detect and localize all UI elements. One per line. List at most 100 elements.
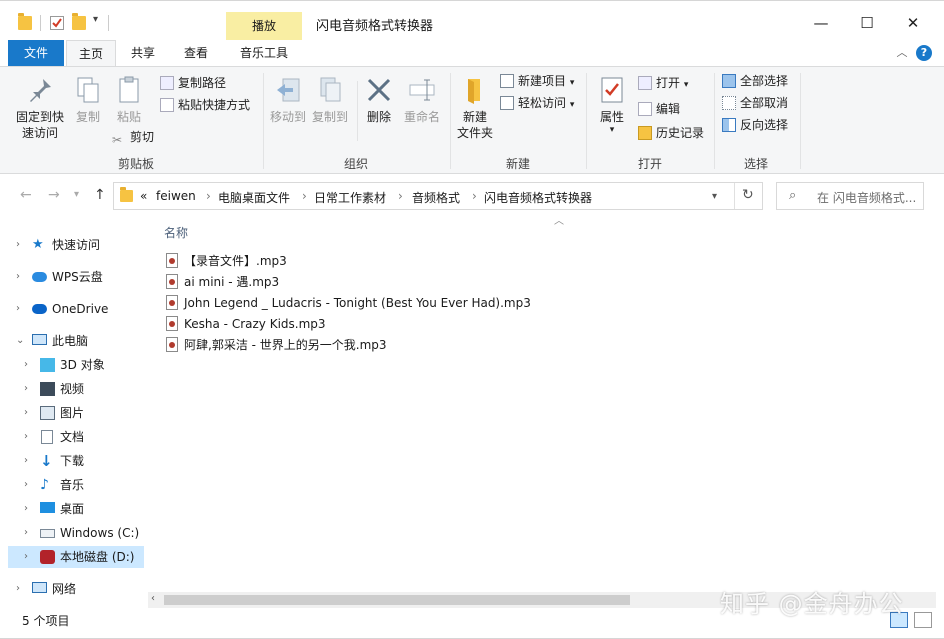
nav-item-network[interactable]: › 网络 <box>0 578 146 600</box>
chevron-right-icon[interactable]: › <box>24 378 28 400</box>
scrollbar-thumb[interactable] <box>164 595 630 605</box>
new-folder-icon[interactable] <box>72 13 86 30</box>
pin-label: 固定到快 速访问 <box>15 110 64 140</box>
nav-item-documents[interactable]: › 文档 <box>0 426 146 448</box>
nav-item-this-pc[interactable]: ⌄ 此电脑 <box>0 330 146 352</box>
help-icon[interactable]: ? <box>916 45 932 61</box>
chevron-down-icon[interactable]: ▾ <box>74 189 79 200</box>
nav-item-desktop[interactable]: › 桌面 <box>0 498 146 520</box>
rename-button[interactable]: 重命名 <box>402 75 442 125</box>
nav-item-downloads[interactable]: › ↓ 下载 <box>0 450 146 472</box>
tab-music-tools[interactable]: 音乐工具 <box>226 40 302 66</box>
chevron-right-icon[interactable]: › <box>24 450 28 472</box>
breadcrumb-item[interactable]: 电脑桌面文件 <box>218 189 290 206</box>
cloud-icon <box>32 272 47 282</box>
group-label-clipboard: 剪贴板 <box>117 157 154 171</box>
file-name: 阿肆,郭采洁 - 世界上的另一个我.mp3 <box>184 338 387 352</box>
invert-selection-button[interactable]: 反向选择 <box>722 115 788 135</box>
desktop-icon <box>40 502 55 513</box>
paste-button[interactable]: 粘贴 <box>112 75 146 125</box>
maximize-button[interactable]: ☐ <box>844 8 890 38</box>
chevron-right-icon[interactable]: › <box>24 426 28 448</box>
chevron-right-icon[interactable]: › <box>24 546 28 568</box>
move-to-button[interactable]: 移动到 <box>268 75 308 125</box>
new-folder-button[interactable]: 新建 文件夹 <box>454 75 496 141</box>
nav-item-pictures[interactable]: › 图片 <box>0 402 146 424</box>
search-box[interactable]: ⌕ 在 闪电音频格式... <box>776 182 924 210</box>
file-row[interactable]: 【录音文件】.mp3 <box>166 251 287 271</box>
back-arrow-icon[interactable]: ← <box>20 187 32 203</box>
cut-button[interactable]: ✂ 剪切 <box>112 127 154 147</box>
nav-label: 文档 <box>60 430 85 444</box>
group-divider <box>450 73 451 169</box>
file-row[interactable]: ai mini - 遇.mp3 <box>166 272 279 292</box>
nav-item-quick-access[interactable]: › ★ 快速访问 <box>0 234 146 256</box>
breadcrumb-overflow[interactable]: « <box>140 189 147 203</box>
tab-share[interactable]: 共享 <box>120 40 166 66</box>
item-count: 5 个项目 <box>22 614 70 628</box>
breadcrumb-item[interactable]: 闪电音频格式转换器 <box>484 189 592 206</box>
chevron-right-icon[interactable]: › <box>16 234 20 256</box>
forward-arrow-icon[interactable]: → <box>48 187 60 203</box>
refresh-icon[interactable]: ↻ <box>742 187 754 203</box>
chevron-right-icon[interactable]: › <box>16 266 20 288</box>
breadcrumb-item[interactable]: 音频格式 <box>412 189 460 206</box>
select-none-button[interactable]: 全部取消 <box>722 93 788 113</box>
breadcrumb-item[interactable]: 日常工作素材 <box>314 189 386 206</box>
delete-button[interactable]: 删除 <box>362 75 396 125</box>
large-icons-view-icon[interactable] <box>914 612 932 628</box>
scroll-left-icon[interactable]: ‹ <box>151 593 155 604</box>
context-tab-header[interactable]: 播放 <box>226 12 302 40</box>
computer-icon <box>32 334 47 345</box>
properties-check-icon[interactable] <box>50 16 64 30</box>
file-row[interactable]: Kesha - Crazy Kids.mp3 <box>166 314 326 334</box>
nav-label: WPS云盘 <box>52 270 103 284</box>
edit-button[interactable]: 编辑 <box>638 99 680 119</box>
collapse-ribbon-icon[interactable]: ︿ <box>894 40 910 66</box>
search-input[interactable]: 在 闪电音频格式... <box>817 189 916 206</box>
tab-view[interactable]: 查看 <box>172 40 220 66</box>
chevron-right-icon[interactable]: › <box>24 402 28 424</box>
copy-to-button[interactable]: 复制到 <box>310 75 350 125</box>
up-arrow-icon[interactable]: ↑ <box>94 187 106 203</box>
select-all-label: 全部选择 <box>740 74 789 88</box>
chevron-down-icon[interactable]: ▾ <box>93 14 107 28</box>
chevron-right-icon[interactable]: › <box>24 498 28 520</box>
nav-item-drive-c[interactable]: › Windows (C:) <box>0 522 146 544</box>
close-button[interactable]: ✕ <box>890 8 936 38</box>
new-item-button[interactable]: 新建项目 ▾ <box>500 71 574 91</box>
chevron-right-icon[interactable]: › <box>24 354 28 376</box>
easy-access-icon <box>500 96 514 110</box>
minimize-button[interactable]: — <box>798 8 844 38</box>
chevron-right-icon[interactable]: › <box>16 298 20 320</box>
pin-quick-access-button[interactable]: 固定到快 速访问 <box>12 75 68 141</box>
tab-home[interactable]: 主页 <box>66 40 116 67</box>
chevron-down-icon[interactable]: ▾ <box>712 191 717 202</box>
file-row[interactable]: 阿肆,郭采洁 - 世界上的另一个我.mp3 <box>166 335 387 355</box>
chevron-down-icon[interactable]: ⌄ <box>16 330 24 352</box>
properties-button[interactable]: 属性 ▾ <box>594 75 630 135</box>
nav-item-wps[interactable]: › WPS云盘 <box>0 266 146 288</box>
nav-item-music[interactable]: › ♪ 音乐 <box>0 474 146 496</box>
picture-icon <box>40 406 55 420</box>
paste-shortcut-button[interactable]: 粘贴快捷方式 <box>160 95 250 115</box>
history-button[interactable]: 历史记录 <box>638 123 704 143</box>
address-bar[interactable]: « feiwen › 电脑桌面文件 › 日常工作素材 › 音频格式 › 闪电音频… <box>113 182 763 210</box>
copy-button[interactable]: 复制 <box>72 75 104 125</box>
copy-path-button[interactable]: 复制路径 <box>160 73 226 93</box>
nav-item-videos[interactable]: › 视频 <box>0 378 146 400</box>
file-row[interactable]: John Legend _ Ludacris - Tonight (Best Y… <box>166 293 531 313</box>
tab-file[interactable]: 文件 <box>8 40 64 66</box>
nav-item-onedrive[interactable]: › OneDrive <box>0 298 146 320</box>
watermark: 知乎 @金舟办公 <box>720 590 904 618</box>
column-header-name[interactable]: 名称 <box>164 224 188 241</box>
select-all-button[interactable]: 全部选择 <box>722 71 788 91</box>
chevron-right-icon[interactable]: › <box>24 522 28 544</box>
breadcrumb-item[interactable]: feiwen <box>156 189 196 203</box>
easy-access-button[interactable]: 轻松访问 ▾ <box>500 93 574 113</box>
chevron-right-icon[interactable]: › <box>16 578 20 600</box>
open-button[interactable]: 打开 ▾ <box>638 73 688 93</box>
nav-item-3d-objects[interactable]: › 3D 对象 <box>0 354 146 376</box>
nav-item-drive-d[interactable]: › 本地磁盘 (D:) <box>8 546 144 568</box>
chevron-right-icon[interactable]: › <box>24 474 28 496</box>
